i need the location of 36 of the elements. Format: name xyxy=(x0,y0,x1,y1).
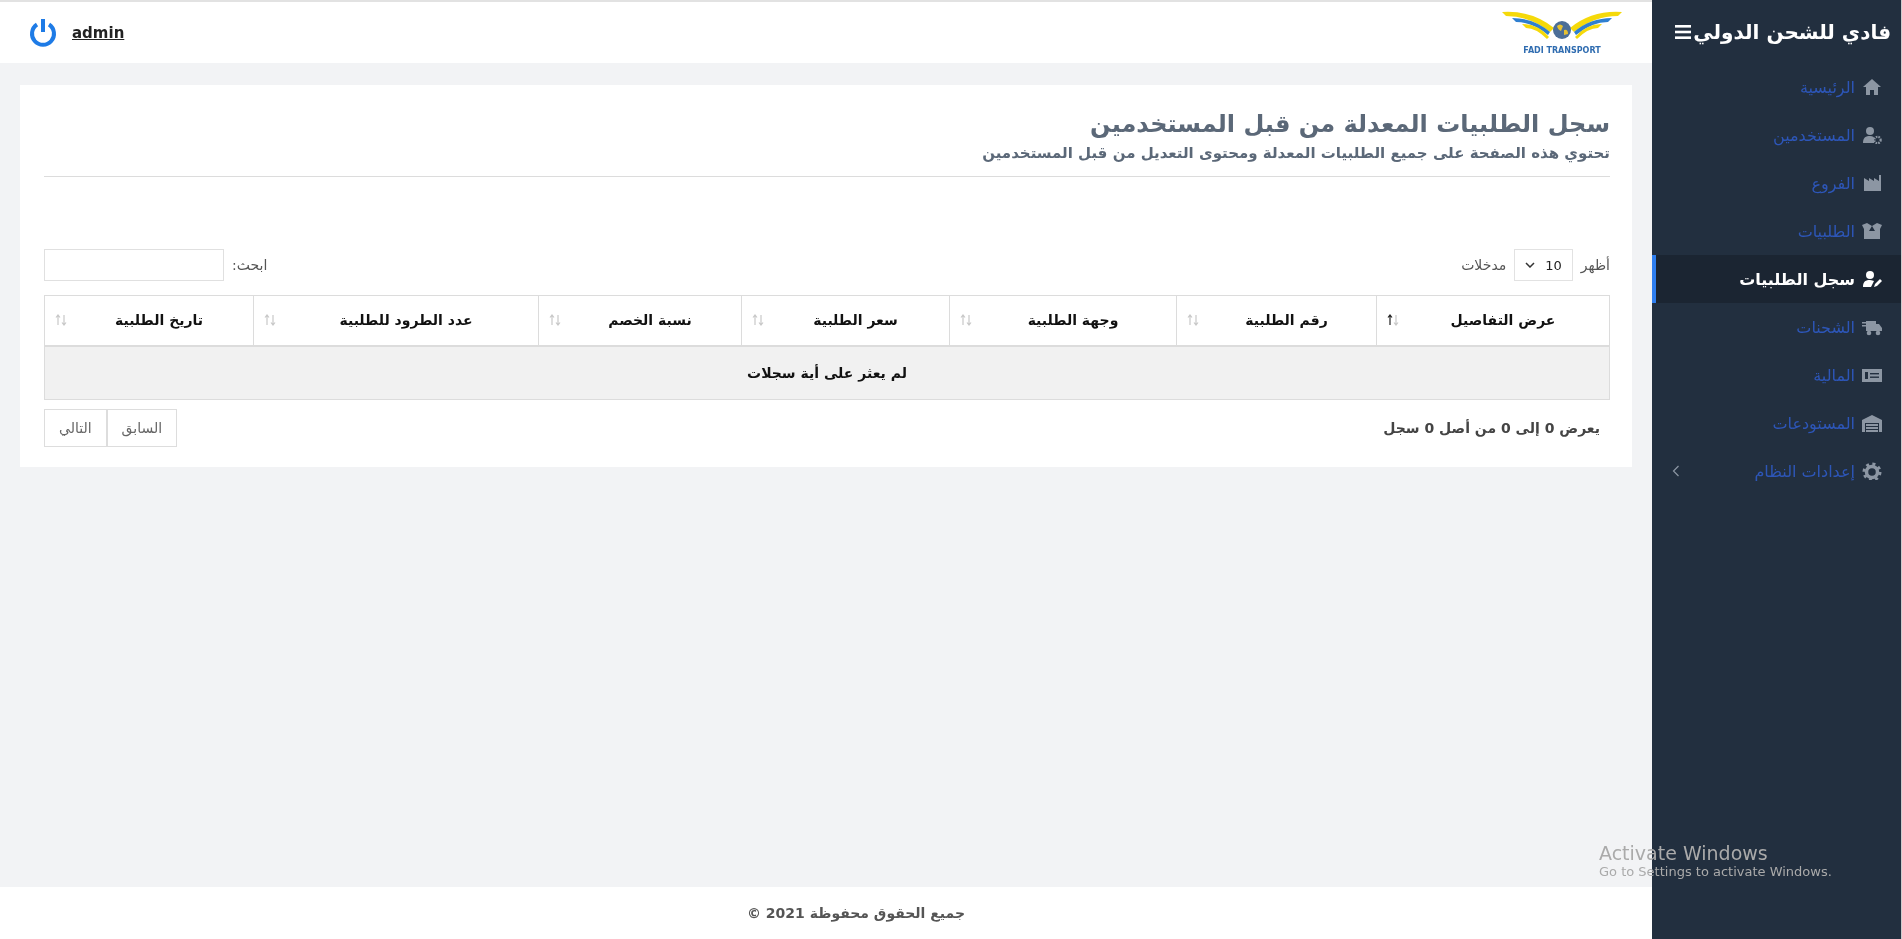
user-gear-icon xyxy=(1862,126,1882,144)
power-button[interactable] xyxy=(28,17,58,48)
column-header[interactable]: عدد الطرود للطلبية xyxy=(253,295,539,346)
menu-icon xyxy=(1675,24,1692,39)
column-header[interactable]: وجهة الطلبية xyxy=(949,295,1177,346)
truck-icon xyxy=(1862,318,1882,336)
search-field[interactable] xyxy=(44,249,224,281)
logo: FADI TRANSPORT xyxy=(1502,10,1622,55)
chevron-icon xyxy=(1672,465,1680,477)
factory-icon xyxy=(1862,174,1882,192)
column-header[interactable]: رقم الطلبية xyxy=(1176,295,1377,346)
length-label: مدخلات xyxy=(1461,257,1507,273)
empty-message: لم يعثر على أية سجلات xyxy=(44,345,1610,399)
username-link[interactable]: admin xyxy=(72,23,125,42)
money-card-icon xyxy=(1862,366,1882,384)
page-subtitle: تحتوي هذه الصفحة على جميع الطلبيات المعدلة ومحتوى التعديل من قبل المستخدمين xyxy=(981,144,1610,162)
caret-icon xyxy=(1525,262,1536,268)
box-icon xyxy=(1862,222,1882,240)
length-label: أظهر xyxy=(1580,257,1610,273)
app-title: فادي للشحن الدولي xyxy=(1693,19,1891,44)
page-title: سجل الطلبيات المعدلة من قبل المستخدمين xyxy=(1089,110,1610,138)
search-label: ابحث: xyxy=(232,257,268,273)
column-header[interactable]: عرض التفاصيل xyxy=(1376,295,1610,346)
power-icon xyxy=(28,17,58,48)
column-header[interactable]: سعر الطلبية xyxy=(741,295,950,346)
house-icon xyxy=(1862,78,1882,96)
sidebar-item[interactable]: سجل الطلبيات xyxy=(1652,255,1901,303)
column-header[interactable]: تاريخ الطلبية xyxy=(44,295,254,346)
user-pen-icon xyxy=(1862,270,1882,288)
warehouse-icon xyxy=(1862,414,1882,432)
footer-text: جميع الحقوق محفوظة 2021 © xyxy=(0,887,1652,939)
menu-button[interactable] xyxy=(1673,22,1694,41)
column-header[interactable]: نسبة الخصم xyxy=(538,295,742,346)
table-info: يعرض 0 إلى 0 من أصل 0 سجل xyxy=(1383,419,1601,436)
settings-icon xyxy=(1862,462,1882,480)
entries-select[interactable]: 10 xyxy=(1514,249,1573,281)
